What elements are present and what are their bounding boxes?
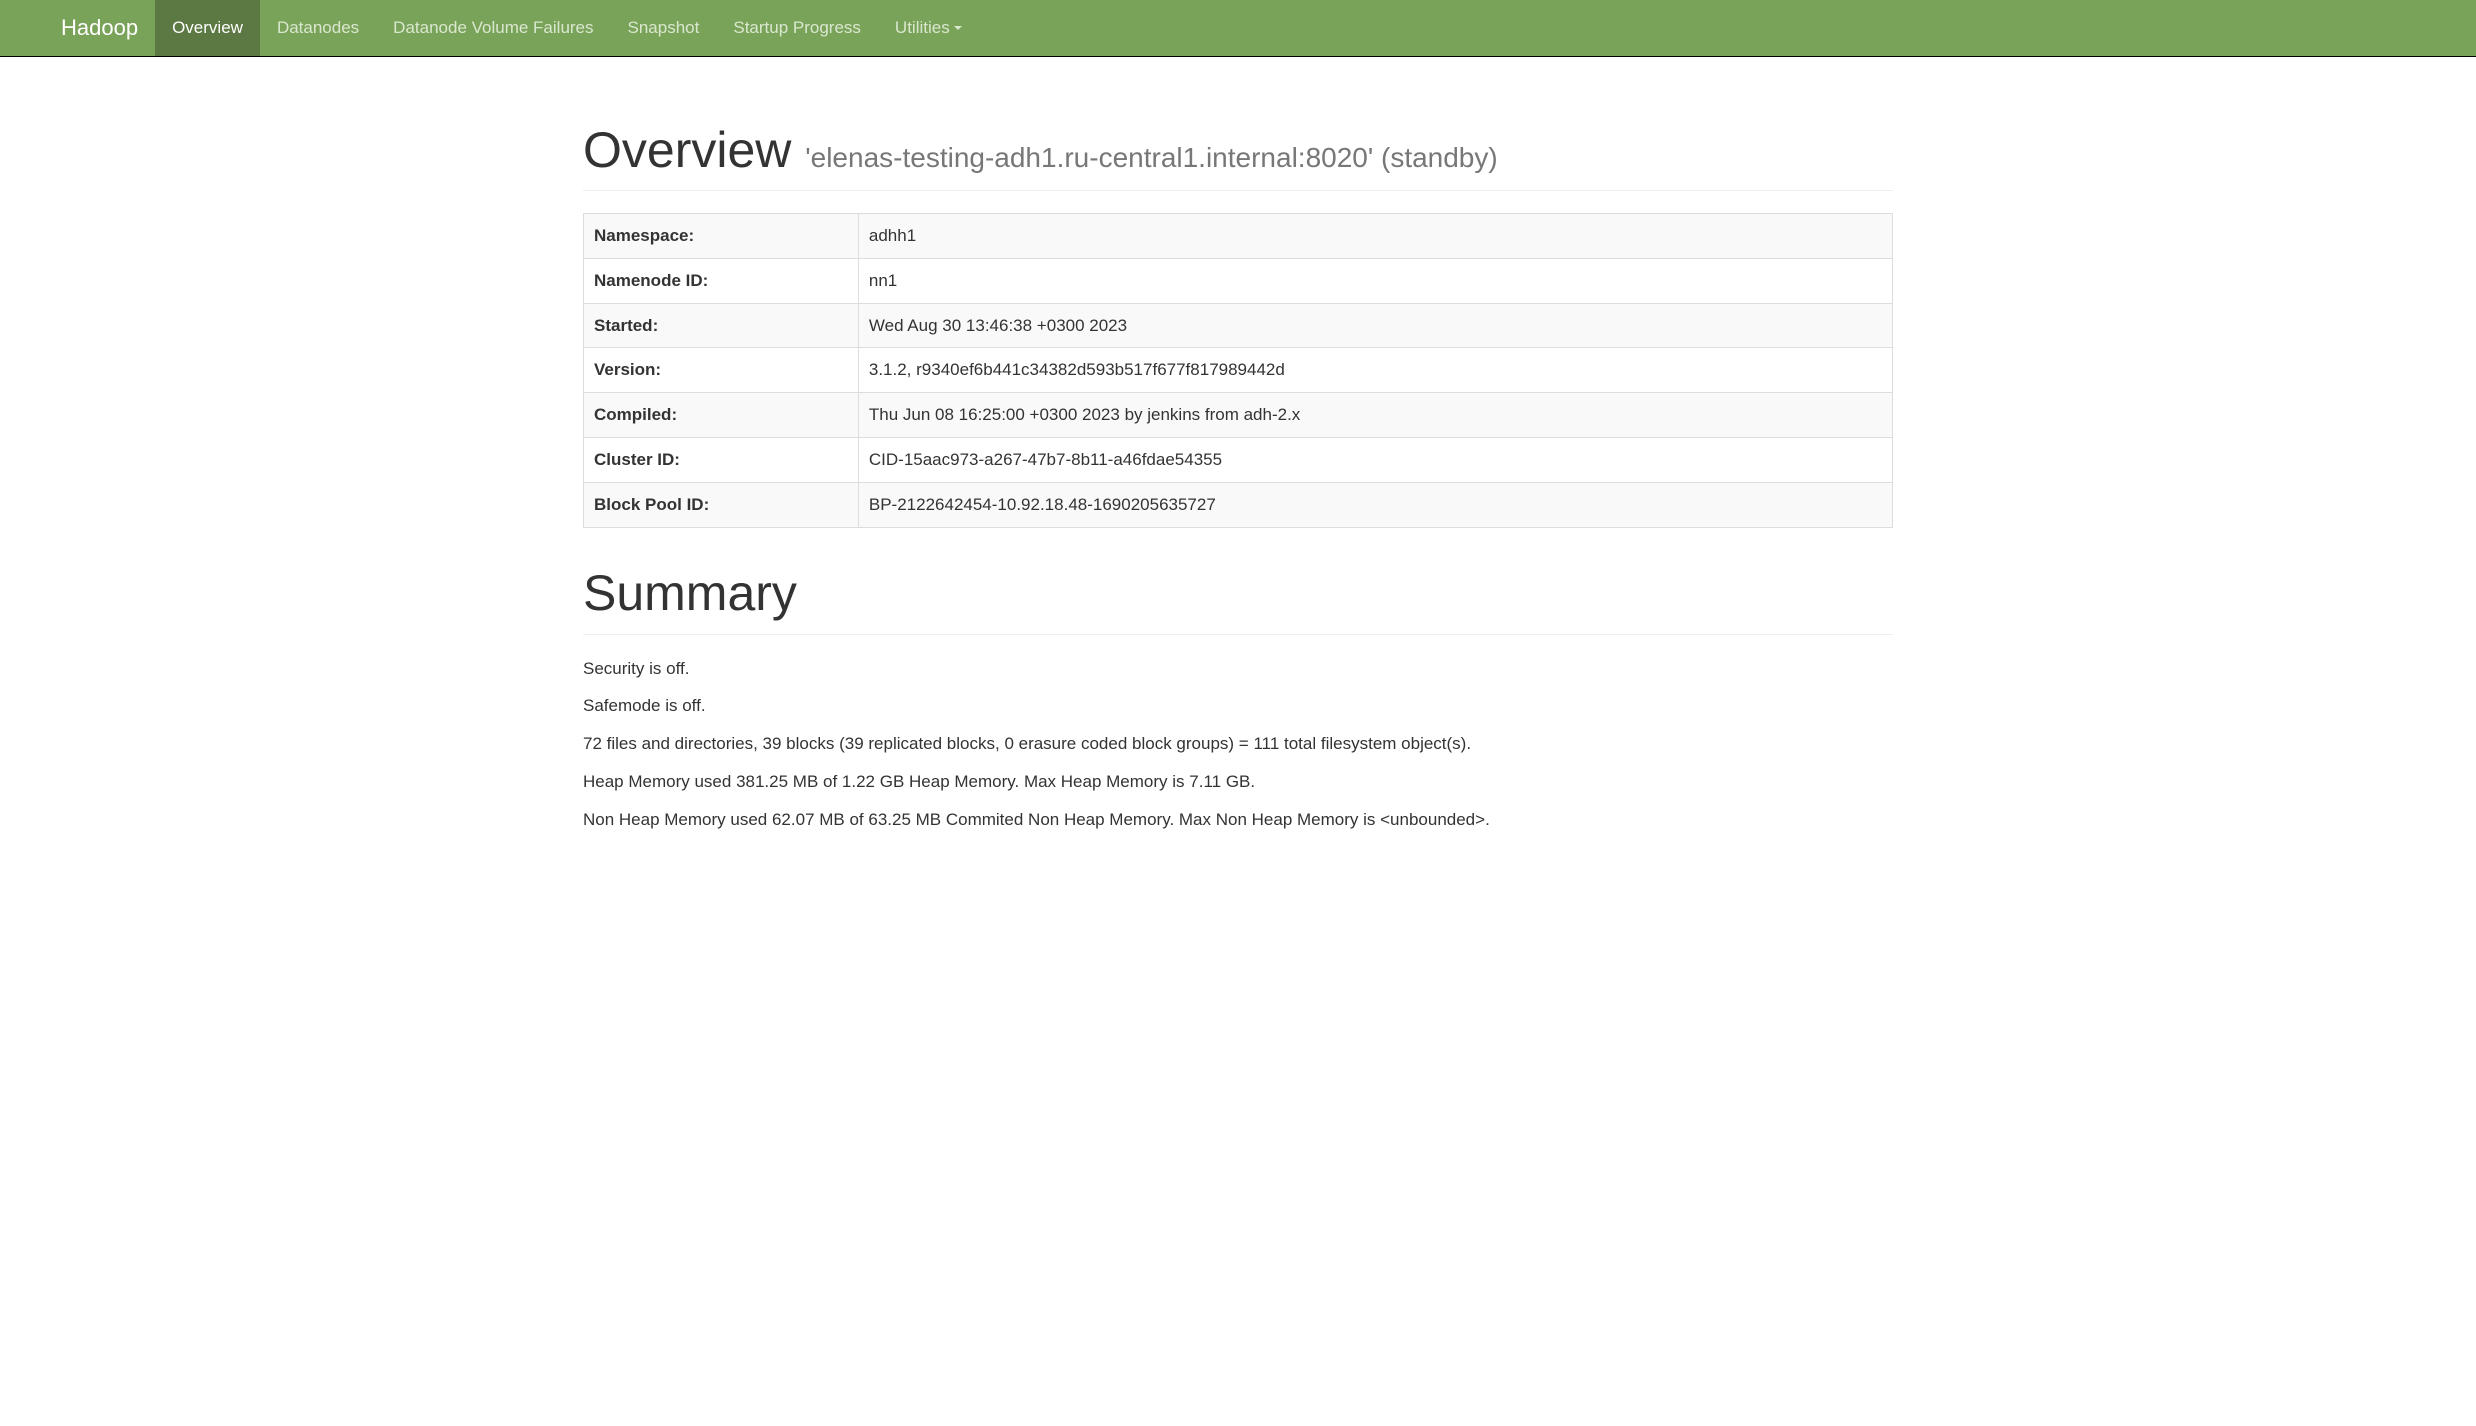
main-navbar: Hadoop Overview Datanodes Datanode Volum… xyxy=(0,0,2476,57)
nav-link-utilities-label: Utilities xyxy=(895,18,950,38)
table-row: Block Pool ID: BP-2122642454-10.92.18.48… xyxy=(584,482,1893,527)
row-label-block-pool-id: Block Pool ID: xyxy=(584,482,859,527)
summary-title: Summary xyxy=(583,564,1893,622)
nav-item-overview: Overview xyxy=(155,0,260,56)
summary-line-safemode: Safemode is off. xyxy=(583,694,1893,718)
table-row: Namenode ID: nn1 xyxy=(584,258,1893,303)
row-label-started: Started: xyxy=(584,303,859,348)
nav-item-datanodes: Datanodes xyxy=(260,0,376,56)
row-label-namespace: Namespace: xyxy=(584,214,859,259)
nav-list: Overview Datanodes Datanode Volume Failu… xyxy=(155,0,979,56)
nav-link-volume-failures[interactable]: Datanode Volume Failures xyxy=(376,0,610,56)
overview-subtitle: 'elenas-testing-adh1.ru-central1.interna… xyxy=(805,142,1497,173)
row-value-namenode-id: nn1 xyxy=(858,258,1892,303)
overview-title-text: Overview xyxy=(583,122,791,178)
summary-line-security: Security is off. xyxy=(583,657,1893,681)
table-row: Version: 3.1.2, r9340ef6b441c34382d593b5… xyxy=(584,348,1893,393)
row-value-namespace: adhh1 xyxy=(858,214,1892,259)
brand-link[interactable]: Hadoop xyxy=(46,0,153,56)
row-value-started: Wed Aug 30 13:46:38 +0300 2023 xyxy=(858,303,1892,348)
overview-table: Namespace: adhh1 Namenode ID: nn1 Starte… xyxy=(583,213,1893,528)
caret-down-icon xyxy=(954,26,962,30)
row-label-namenode-id: Namenode ID: xyxy=(584,258,859,303)
summary-text: Security is off. Safemode is off. 72 fil… xyxy=(583,657,1893,832)
summary-line-nonheap: Non Heap Memory used 62.07 MB of 63.25 M… xyxy=(583,808,1893,832)
row-value-version: 3.1.2, r9340ef6b441c34382d593b517f677f81… xyxy=(858,348,1892,393)
table-row: Compiled: Thu Jun 08 16:25:00 +0300 2023… xyxy=(584,393,1893,438)
page-title: Overview 'elenas-testing-adh1.ru-central… xyxy=(583,123,1893,178)
nav-item-volume-failures: Datanode Volume Failures xyxy=(376,0,610,56)
row-value-cluster-id: CID-15aac973-a267-47b7-8b11-a46fdae54355 xyxy=(858,437,1892,482)
table-row: Cluster ID: CID-15aac973-a267-47b7-8b11-… xyxy=(584,437,1893,482)
row-value-block-pool-id: BP-2122642454-10.92.18.48-1690205635727 xyxy=(858,482,1892,527)
summary-line-files: 72 files and directories, 39 blocks (39 … xyxy=(583,732,1893,756)
nav-link-overview[interactable]: Overview xyxy=(155,0,260,56)
summary-header: Summary xyxy=(583,564,1893,635)
nav-link-utilities[interactable]: Utilities xyxy=(878,0,979,56)
row-label-cluster-id: Cluster ID: xyxy=(584,437,859,482)
main-container: Overview 'elenas-testing-adh1.ru-central… xyxy=(568,123,1908,832)
nav-link-startup-progress[interactable]: Startup Progress xyxy=(716,0,878,56)
row-label-compiled: Compiled: xyxy=(584,393,859,438)
row-value-compiled: Thu Jun 08 16:25:00 +0300 2023 by jenkin… xyxy=(858,393,1892,438)
nav-link-datanodes[interactable]: Datanodes xyxy=(260,0,376,56)
table-row: Namespace: adhh1 xyxy=(584,214,1893,259)
nav-item-startup-progress: Startup Progress xyxy=(716,0,878,56)
nav-item-utilities: Utilities xyxy=(878,0,979,56)
nav-item-snapshot: Snapshot xyxy=(611,0,717,56)
nav-link-snapshot[interactable]: Snapshot xyxy=(611,0,717,56)
row-label-version: Version: xyxy=(584,348,859,393)
overview-header: Overview 'elenas-testing-adh1.ru-central… xyxy=(583,123,1893,191)
table-row: Started: Wed Aug 30 13:46:38 +0300 2023 xyxy=(584,303,1893,348)
summary-line-heap: Heap Memory used 381.25 MB of 1.22 GB He… xyxy=(583,770,1893,794)
